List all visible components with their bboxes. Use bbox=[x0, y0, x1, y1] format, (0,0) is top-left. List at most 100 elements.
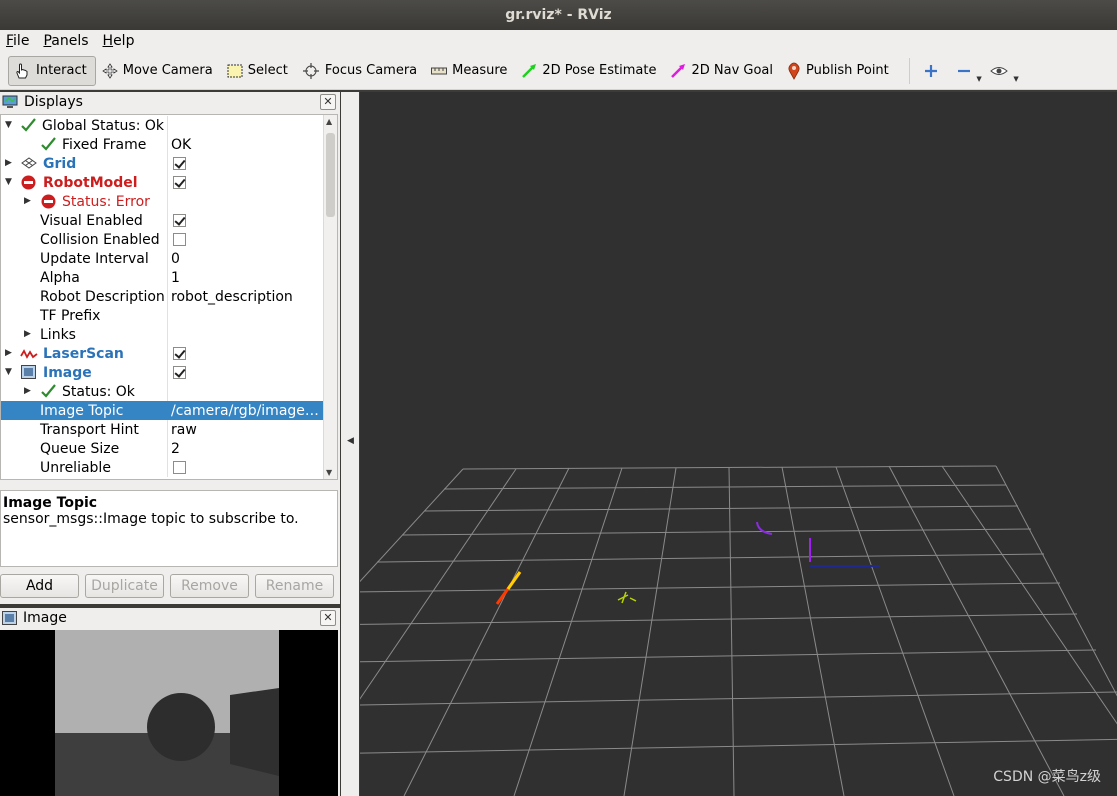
add-display-button[interactable]: Add bbox=[0, 574, 79, 598]
tree-scrollbar-thumb[interactable] bbox=[326, 133, 335, 217]
tree-row-robot-description[interactable]: Robot Description robot_description bbox=[1, 287, 323, 306]
close-image-panel-button[interactable]: ✕ bbox=[320, 610, 336, 626]
laser-scan-enabled-checkbox[interactable] bbox=[173, 347, 186, 360]
focus-camera-tool-button[interactable]: Focus Camera bbox=[298, 56, 425, 86]
tree-row-status-error[interactable]: ▶ Status: Error bbox=[1, 192, 323, 211]
alpha-value[interactable]: 1 bbox=[168, 270, 323, 286]
description-text: sensor_msgs::Image topic to subscribe to… bbox=[3, 511, 299, 527]
expand-arrow-icon[interactable]: ▶ bbox=[24, 329, 31, 339]
tree-row-queue-size[interactable]: Queue Size 2 bbox=[1, 439, 323, 458]
collapse-arrow-icon[interactable]: ▼ bbox=[5, 367, 12, 377]
dropdown-arrow-icon: ▼ bbox=[1013, 74, 1019, 83]
publish-point-tool-button[interactable]: Publish Point bbox=[783, 56, 897, 86]
laser-points bbox=[506, 571, 522, 590]
grid-icon bbox=[21, 157, 37, 169]
menu-help[interactable]: Help bbox=[103, 33, 135, 49]
scroll-down-arrow-icon[interactable]: ▼ bbox=[326, 468, 332, 477]
remove-display-button[interactable]: Remove bbox=[170, 574, 249, 598]
displays-tree[interactable]: ▼ Global Status: Ok Fixed Frame OK ▶ Gri… bbox=[0, 114, 338, 480]
tree-row-update-interval[interactable]: Update Interval 0 bbox=[1, 249, 323, 268]
expand-arrow-icon[interactable]: ▶ bbox=[24, 196, 31, 206]
tree-row-grid[interactable]: ▶ Grid bbox=[1, 154, 323, 173]
tree-row-robot-model[interactable]: ▼ RobotModel bbox=[1, 173, 323, 192]
description-title: Image Topic bbox=[3, 495, 98, 511]
image-topic-value[interactable]: /camera/rgb/image… bbox=[168, 403, 323, 419]
move-arrows-icon bbox=[102, 62, 118, 79]
tree-row-unreliable[interactable]: Unreliable bbox=[1, 458, 323, 477]
ground-grid bbox=[360, 465, 1117, 796]
visual-enabled-checkbox[interactable] bbox=[173, 214, 186, 227]
tree-row-collision-enabled[interactable]: Collision Enabled bbox=[1, 230, 323, 249]
menu-file[interactable]: File bbox=[6, 33, 29, 49]
check-icon bbox=[41, 137, 56, 151]
menu-bar: File Panels Help bbox=[0, 30, 1117, 52]
tree-row-image-topic[interactable]: Image Topic /camera/rgb/image… bbox=[1, 401, 323, 420]
move-camera-tool-button[interactable]: Move Camera bbox=[98, 56, 221, 86]
displays-panel-header: Displays ✕ bbox=[0, 92, 340, 112]
expand-arrow-icon[interactable]: ▶ bbox=[5, 158, 12, 168]
unreliable-checkbox[interactable] bbox=[173, 461, 186, 474]
tree-row-tf-prefix[interactable]: TF Prefix bbox=[1, 306, 323, 325]
robot-model-enabled-checkbox[interactable] bbox=[173, 176, 186, 189]
collapse-arrow-icon[interactable]: ▼ bbox=[5, 177, 12, 187]
view-options-button[interactable]: ▼ bbox=[984, 56, 1019, 86]
interact-tool-button[interactable]: Interact bbox=[8, 55, 96, 86]
dropdown-arrow-icon: ▼ bbox=[976, 74, 982, 83]
collapse-left-arrow-icon[interactable]: ◀ bbox=[347, 436, 354, 446]
toolbar-separator bbox=[908, 57, 910, 84]
collision-enabled-checkbox[interactable] bbox=[173, 233, 186, 246]
grid-enabled-checkbox[interactable] bbox=[173, 157, 186, 170]
tree-scrollbar[interactable]: ▲ ▼ bbox=[323, 115, 337, 479]
tree-row-laser-scan[interactable]: ▶ LaserScan bbox=[1, 344, 323, 363]
panel-splitter[interactable]: ◀ bbox=[341, 92, 359, 796]
2d-pose-estimate-tool-button[interactable]: 2D Pose Estimate bbox=[517, 56, 664, 86]
watermark-text: CSDN @菜鸟z级 bbox=[993, 769, 1101, 785]
2d-nav-goal-tool-button[interactable]: 2D Nav Goal bbox=[666, 56, 781, 86]
image-icon bbox=[2, 611, 17, 625]
tree-row-alpha[interactable]: Alpha 1 bbox=[1, 268, 323, 287]
menu-panels[interactable]: Panels bbox=[43, 33, 88, 49]
window-title-bar: gr.rviz* - RViz bbox=[0, 0, 1117, 30]
3d-scene bbox=[360, 465, 1117, 796]
image-icon bbox=[21, 365, 36, 379]
remove-tool-button[interactable]: ▼ bbox=[951, 56, 982, 86]
duplicate-display-button[interactable]: Duplicate bbox=[85, 574, 164, 598]
scroll-up-arrow-icon[interactable]: ▲ bbox=[326, 117, 332, 126]
check-icon bbox=[41, 384, 56, 398]
tree-row-status-ok[interactable]: ▶ Status: Ok bbox=[1, 382, 323, 401]
select-tool-button[interactable]: Select bbox=[223, 56, 296, 86]
robot-description-value[interactable]: robot_description bbox=[168, 289, 323, 305]
tree-row-links[interactable]: ▶ Links bbox=[1, 325, 323, 344]
property-description-box: Image Topic sensor_msgs::Image topic to … bbox=[0, 490, 338, 567]
hand-pointer-icon bbox=[16, 62, 28, 78]
displays-button-row: Add Duplicate Remove Rename bbox=[0, 574, 340, 600]
tree-row-transport-hint[interactable]: Transport Hint raw bbox=[1, 420, 323, 439]
plus-icon bbox=[924, 64, 937, 77]
tree-row-visual-enabled[interactable]: Visual Enabled bbox=[1, 211, 323, 230]
monitor-icon bbox=[2, 95, 18, 108]
tf-frame-marker bbox=[617, 591, 637, 604]
tree-row-image[interactable]: ▼ Image bbox=[1, 363, 323, 382]
rename-display-button[interactable]: Rename bbox=[255, 574, 334, 598]
tree-row-global-status[interactable]: ▼ Global Status: Ok bbox=[1, 116, 323, 135]
tree-row-fixed-frame[interactable]: Fixed Frame OK bbox=[1, 135, 323, 154]
queue-size-value[interactable]: 2 bbox=[168, 441, 323, 457]
expand-arrow-icon[interactable]: ▶ bbox=[5, 348, 12, 358]
close-displays-panel-button[interactable]: ✕ bbox=[320, 94, 336, 110]
green-arrow-icon bbox=[522, 63, 537, 78]
displays-panel: Displays ✕ ▼ Global Status: Ok Fixed Fra… bbox=[0, 92, 340, 604]
displays-panel-title: Displays bbox=[24, 94, 83, 110]
image-enabled-checkbox[interactable] bbox=[173, 366, 186, 379]
window-title: gr.rviz* - RViz bbox=[505, 7, 612, 23]
update-interval-value[interactable]: 0 bbox=[168, 251, 323, 267]
error-icon bbox=[21, 175, 36, 190]
error-icon bbox=[41, 194, 56, 209]
measure-tool-button[interactable]: Measure bbox=[427, 56, 515, 86]
transport-hint-value[interactable]: raw bbox=[168, 422, 323, 438]
add-tool-button[interactable] bbox=[918, 56, 949, 86]
expand-arrow-icon[interactable]: ▶ bbox=[24, 386, 31, 396]
3d-viewport[interactable]: CSDN @菜鸟z级 bbox=[360, 92, 1117, 796]
image-panel: Image ✕ bbox=[0, 608, 340, 796]
robot-marker bbox=[756, 521, 773, 535]
collapse-arrow-icon[interactable]: ▼ bbox=[5, 120, 12, 130]
